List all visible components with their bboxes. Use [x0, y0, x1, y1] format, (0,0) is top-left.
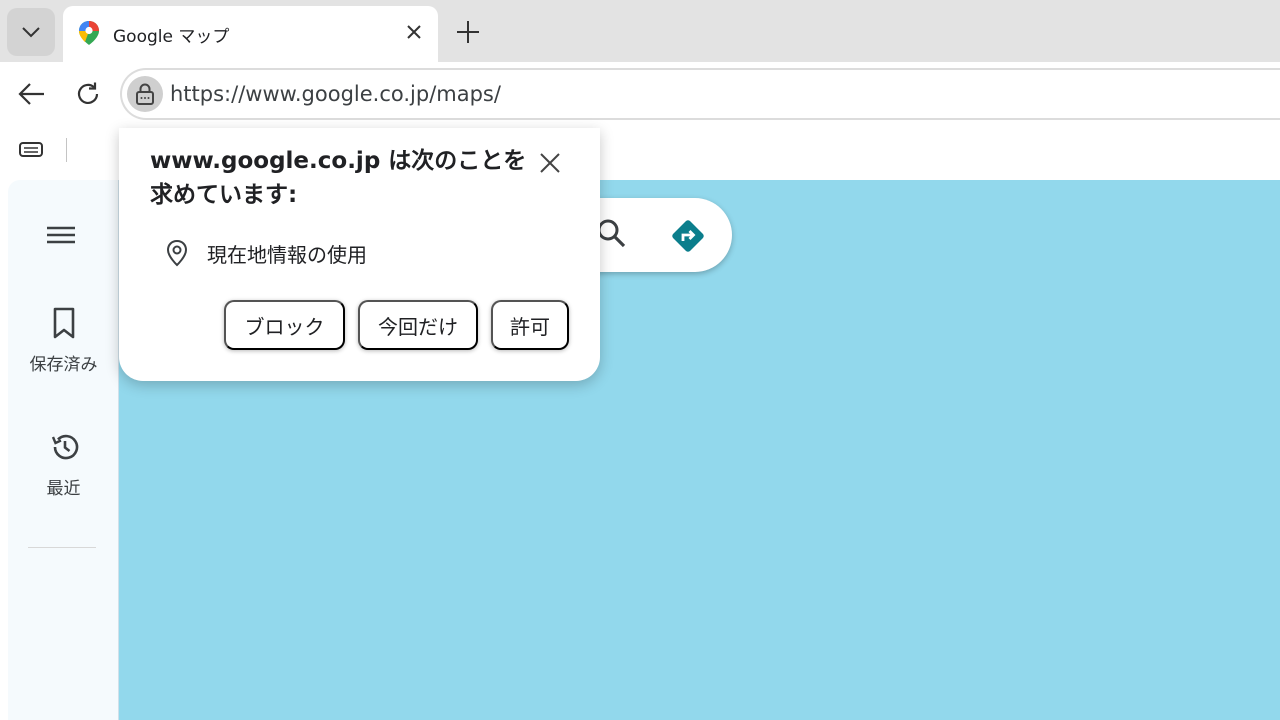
- permission-prompt-title: www.google.co.jp は次のことを求めています:: [150, 148, 527, 208]
- location-pin-icon: [166, 239, 188, 267]
- bookmark-icon: [53, 307, 74, 339]
- permission-prompt: www.google.co.jp は次のことを求めています: 現在地情報の使用 …: [119, 128, 600, 381]
- block-button[interactable]: ブロック: [224, 300, 345, 350]
- url-text: https://www.google.co.jp/maps/: [170, 82, 501, 106]
- permission-text: 現在地情報の使用: [207, 242, 367, 267]
- close-icon: [407, 25, 421, 39]
- arrow-left-icon: [18, 83, 44, 105]
- new-tab-button[interactable]: [450, 14, 486, 50]
- plus-icon: [457, 21, 479, 43]
- reload-icon: [77, 82, 99, 104]
- hamburger-menu-icon[interactable]: [44, 220, 78, 250]
- chevron-down-icon: [22, 27, 40, 38]
- permission-item: 現在地情報の使用: [165, 238, 367, 268]
- sidebar-divider: [28, 547, 96, 548]
- sidebar-item-saved[interactable]: 保存済み: [8, 306, 119, 375]
- allow-button[interactable]: 許可: [491, 300, 569, 350]
- permission-close-button[interactable]: [535, 148, 565, 178]
- reload-button[interactable]: [70, 76, 106, 112]
- allow-once-button[interactable]: 今回だけ: [358, 300, 478, 350]
- history-icon: [51, 434, 78, 460]
- close-icon: [540, 153, 560, 173]
- tab-close-button[interactable]: [402, 20, 426, 44]
- google-maps-pin-icon: [79, 21, 99, 45]
- sidebar-item-recent[interactable]: 最近: [8, 430, 119, 499]
- sidebar-item-label: 保存済み: [29, 355, 98, 375]
- sidebar-item-label: 最近: [46, 479, 81, 499]
- active-tab[interactable]: Google マップ: [63, 6, 438, 62]
- browser-toolbar: https://www.google.co.jp/maps/: [0, 62, 1280, 126]
- tab-strip: Google マップ: [0, 0, 1280, 62]
- directions-icon[interactable]: [668, 216, 708, 256]
- tab-group-icon[interactable]: [16, 138, 46, 162]
- back-button[interactable]: [14, 76, 50, 112]
- site-info-button[interactable]: [127, 76, 163, 112]
- tab-title: Google マップ: [113, 27, 230, 47]
- address-bar[interactable]: https://www.google.co.jp/maps/: [120, 68, 1280, 120]
- bookmark-separator: [66, 138, 67, 162]
- maps-sidebar: 保存済み 最近: [8, 180, 119, 720]
- lock-icon: [136, 83, 154, 105]
- tab-list-button[interactable]: [7, 8, 55, 56]
